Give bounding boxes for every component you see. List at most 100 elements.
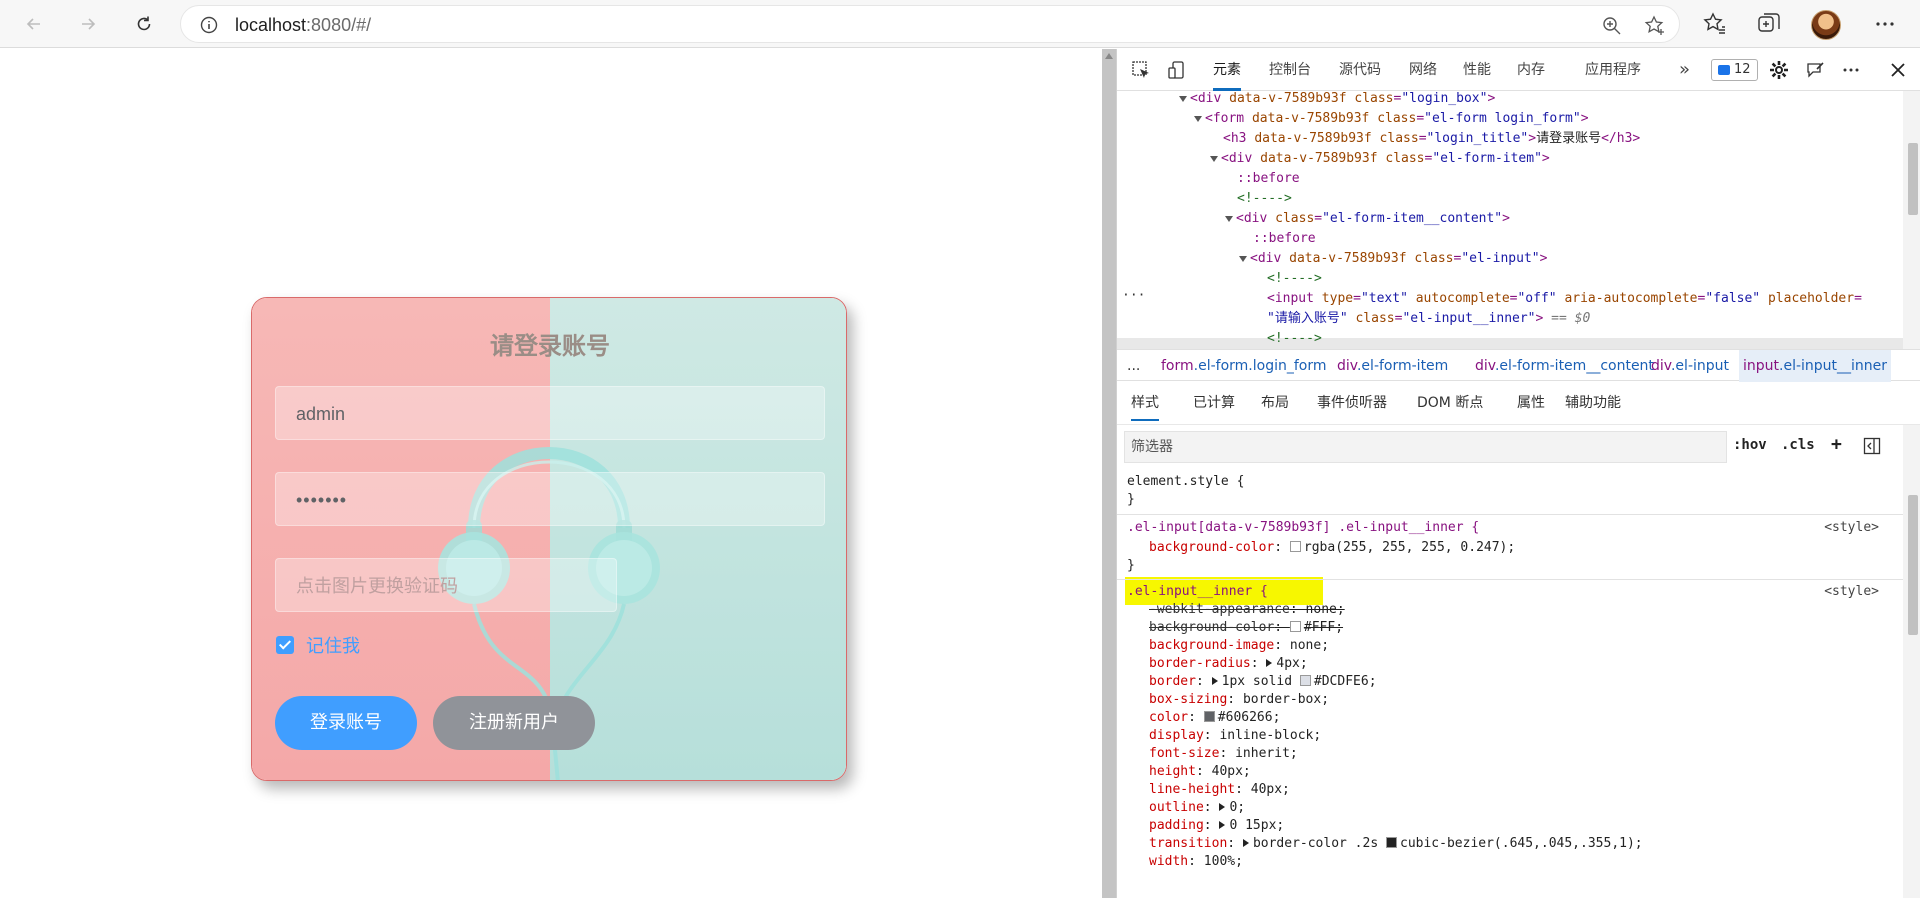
- zoom-icon[interactable]: [1601, 15, 1623, 37]
- issues-badge[interactable]: 12: [1711, 59, 1758, 81]
- dom-node-input-selected-cont[interactable]: "请输入账号" class="el-input__inner"> == $0: [1267, 309, 1590, 329]
- tab-accessibility[interactable]: 辅助功能: [1565, 381, 1621, 425]
- login-title: 请登录账号: [490, 332, 610, 360]
- dom-node-login-form[interactable]: <form data-v-7589b93f class="el-form log…: [1194, 109, 1589, 129]
- forward-icon: [82, 18, 96, 30]
- tab-sources[interactable]: 源代码: [1339, 49, 1381, 91]
- breadcrumb-form-item[interactable]: div.el-form-item: [1337, 350, 1448, 382]
- dom-tree: <div data-v-7589b93f class="login_box"> …: [1117, 91, 1903, 349]
- tab-styles[interactable]: 样式: [1131, 381, 1159, 425]
- css-prop-border-radius[interactable]: border-radius: 4px;: [1149, 655, 1308, 673]
- favorites-icon[interactable]: [1702, 11, 1728, 37]
- css-prop-height[interactable]: height: 40px;: [1149, 763, 1251, 781]
- rule-el-input-inner[interactable]: .el-input__inner {: [1127, 583, 1268, 601]
- devtools-panel: 元素 控制台 源代码 网络 性能 内存 应用程序 » 12 <div data-…: [1116, 49, 1920, 898]
- tab-console[interactable]: 控制台: [1269, 49, 1311, 91]
- rule-element-style[interactable]: element.style {: [1127, 473, 1244, 491]
- rule-source[interactable]: <style>: [1824, 519, 1879, 537]
- breadcrumb-form-item-content[interactable]: div.el-form-item__content: [1475, 350, 1654, 382]
- css-prop-color[interactable]: color: #606266;: [1149, 709, 1280, 727]
- css-prop-background-color[interactable]: background-color: #FFF;: [1149, 619, 1343, 637]
- tab-network[interactable]: 网络: [1409, 49, 1437, 91]
- toggle-sidebar-icon[interactable]: [1863, 437, 1881, 455]
- address-bar[interactable]: localhost:8080/#/: [180, 5, 1680, 43]
- styles-pane: element.style { } .el-input[data-v-7589b…: [1117, 469, 1903, 898]
- styles-filter-input[interactable]: 筛选器: [1124, 431, 1727, 463]
- captcha-input[interactable]: 点击图片更换验证码: [275, 558, 617, 612]
- profile-avatar[interactable]: [1811, 10, 1841, 40]
- more-tabs-button[interactable]: »: [1679, 49, 1690, 91]
- remember-me[interactable]: 记住我: [276, 632, 360, 658]
- back-button[interactable]: [16, 6, 52, 42]
- css-prop-outline[interactable]: outline: 0;: [1149, 799, 1245, 817]
- dom-node-input-selected[interactable]: <input type="text" autocomplete="off" ar…: [1267, 289, 1862, 309]
- css-prop-webkit-appearance[interactable]: -webkit-appearance: none;: [1149, 601, 1345, 619]
- dom-node-form-item-content[interactable]: <div class="el-form-item__content">: [1225, 209, 1510, 229]
- css-prop-box-sizing[interactable]: box-sizing: border-box;: [1149, 691, 1329, 709]
- breadcrumb-el-input[interactable]: div.el-input: [1651, 350, 1729, 382]
- cls-button[interactable]: .cls: [1781, 437, 1815, 453]
- css-prop-font-size[interactable]: font-size: inherit;: [1149, 745, 1298, 763]
- dom-comment-3[interactable]: <!---->: [1267, 329, 1322, 349]
- more-icon[interactable]: [1872, 11, 1898, 37]
- password-input[interactable]: •••••••: [275, 472, 825, 526]
- tab-computed[interactable]: 已计算: [1193, 381, 1235, 425]
- collections-icon[interactable]: [1756, 11, 1782, 37]
- rule-close: }: [1127, 492, 1135, 507]
- breadcrumb-more[interactable]: ...: [1127, 350, 1140, 382]
- tab-layout[interactable]: 布局: [1261, 381, 1289, 425]
- browser-toolbar: localhost:8080/#/: [0, 0, 1920, 48]
- message-icon: [1718, 65, 1730, 75]
- dom-breadcrumbs: ... form.el-form.login_form div.el-form-…: [1117, 349, 1920, 382]
- tab-application[interactable]: 应用程序: [1585, 49, 1641, 91]
- close-devtools-icon[interactable]: [1889, 61, 1907, 79]
- refresh-button[interactable]: [126, 6, 162, 42]
- css-prop-transition[interactable]: transition: border-color .2s cubic-bezie…: [1149, 835, 1643, 853]
- remember-checkbox[interactable]: [276, 636, 294, 654]
- forward-button[interactable]: [70, 6, 106, 42]
- dom-pseudo-before[interactable]: ::before: [1237, 169, 1300, 189]
- inspect-element-icon[interactable]: [1131, 60, 1151, 80]
- dom-node-login-box[interactable]: <div data-v-7589b93f class="login_box">: [1179, 91, 1495, 109]
- tab-memory[interactable]: 内存: [1517, 49, 1545, 91]
- breadcrumb-form[interactable]: form.el-form.login_form: [1161, 350, 1327, 382]
- login-box: 请登录账号 admin ••••••• 点击图片更换验证码 记住我 登录账号 注…: [251, 297, 847, 781]
- devtools-more-icon[interactable]: [1841, 60, 1861, 80]
- dom-scrollbar[interactable]: [1903, 91, 1920, 349]
- css-prop-display[interactable]: display: inline-block;: [1149, 727, 1321, 745]
- rule-el-input-scoped[interactable]: .el-input[data-v-7589b93f] .el-input__in…: [1127, 519, 1479, 537]
- css-prop-line-height[interactable]: line-height: 40px;: [1149, 781, 1290, 799]
- dom-dots[interactable]: ···: [1122, 286, 1145, 306]
- dom-pseudo-before-2[interactable]: ::before: [1253, 229, 1316, 249]
- css-prop-width[interactable]: width: 100%;: [1149, 853, 1243, 871]
- tab-elements[interactable]: 元素: [1213, 49, 1241, 91]
- breadcrumb-input[interactable]: input.el-input__inner: [1739, 350, 1892, 382]
- tab-performance[interactable]: 性能: [1463, 49, 1491, 91]
- tab-dom-breakpoints[interactable]: DOM 断点: [1417, 381, 1483, 425]
- dom-node-form-item[interactable]: <div data-v-7589b93f class="el-form-item…: [1210, 149, 1550, 169]
- info-icon[interactable]: [199, 15, 219, 35]
- tab-event-listeners[interactable]: 事件侦听器: [1317, 381, 1387, 425]
- page-scrollbar[interactable]: [1102, 49, 1116, 898]
- tab-properties[interactable]: 属性: [1517, 381, 1545, 425]
- register-button[interactable]: 注册新用户: [433, 696, 595, 750]
- settings-icon[interactable]: [1769, 60, 1789, 80]
- css-prop-background-image[interactable]: background-image: none;: [1149, 637, 1329, 655]
- css-prop-padding[interactable]: padding: 0 15px;: [1149, 817, 1284, 835]
- dom-node-login-title[interactable]: <h3 data-v-7589b93f class="login_title">…: [1223, 129, 1640, 149]
- device-toolbar-icon[interactable]: [1167, 60, 1187, 80]
- new-rule-button[interactable]: +: [1831, 434, 1842, 455]
- dom-comment[interactable]: <!---->: [1237, 189, 1292, 209]
- login-button[interactable]: 登录账号: [275, 696, 417, 750]
- selected-dom-row[interactable]: [1117, 338, 1903, 349]
- add-favorite-icon[interactable]: [1644, 15, 1666, 37]
- rule-source[interactable]: <style>: [1824, 583, 1879, 601]
- dom-comment-2[interactable]: <!---->: [1267, 269, 1322, 289]
- styles-scrollbar[interactable]: [1903, 425, 1920, 898]
- css-prop-border[interactable]: border: 1px solid #DCDFE6;: [1149, 673, 1377, 691]
- username-input[interactable]: admin: [275, 386, 825, 440]
- feedback-icon[interactable]: [1805, 60, 1825, 80]
- prop-background-color[interactable]: background-color: rgba(255, 255, 255, 0.…: [1149, 539, 1515, 557]
- dom-node-el-input[interactable]: <div data-v-7589b93f class="el-input">: [1239, 249, 1547, 269]
- hov-button[interactable]: :hov: [1733, 437, 1767, 453]
